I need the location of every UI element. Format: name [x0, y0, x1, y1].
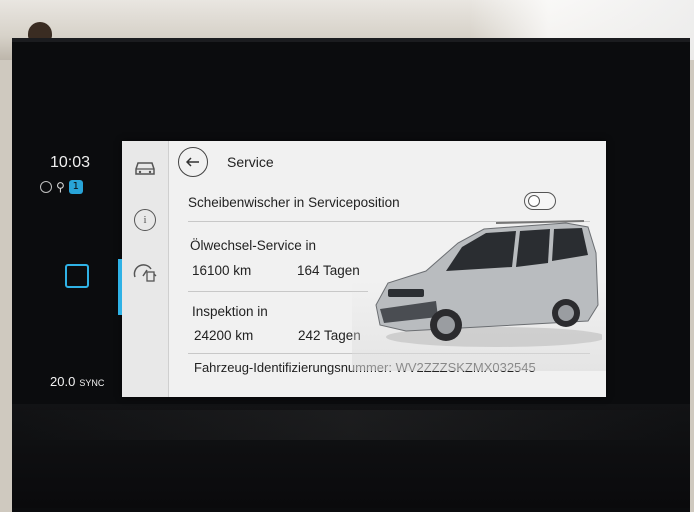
temperature-readout[interactable]: 20.0 SYNC [50, 374, 104, 389]
back-arrow-icon [186, 157, 199, 167]
wiper-service-toggle[interactable] [524, 192, 556, 210]
oil-service-label: Ölwechsel-Service in [190, 238, 317, 253]
back-button[interactable] [178, 147, 208, 177]
page-title: Service [227, 154, 274, 170]
rail-item-service[interactable] [128, 255, 162, 289]
car-icon [135, 162, 155, 175]
globe-icon [40, 181, 52, 193]
info-icon: i [134, 209, 156, 231]
temperature-value: 20.0 [50, 374, 76, 389]
active-rail-indicator [118, 259, 122, 315]
status-icons: ⚲ 1 [40, 180, 83, 194]
clock: 10:03 [50, 154, 91, 171]
oil-service-days: 164 Tagen [297, 263, 360, 278]
rail-item-vehicle[interactable] [128, 151, 162, 185]
sync-label: SYNC [79, 378, 105, 388]
infotainment-screen: i Service Scheibenwischer in Serviceposi… [118, 141, 606, 397]
antenna-icon: ⚲ [56, 180, 65, 194]
inspection-label: Inspektion in [192, 304, 268, 319]
home-square-button[interactable] [65, 264, 89, 288]
side-rail: i [118, 141, 169, 397]
vehicle-image [375, 220, 602, 347]
service-gauge-icon [133, 264, 157, 282]
oil-service-km: 16100 km [192, 263, 252, 278]
divider [188, 291, 368, 292]
notification-badge[interactable]: 1 [68, 180, 83, 194]
rail-item-info[interactable]: i [118, 203, 162, 315]
inspection-km: 24200 km [194, 328, 254, 343]
status-column: 10:03 ⚲ 1 20.0 SYNC [36, 150, 116, 400]
wiper-service-label: Scheibenwischer in Serviceposition [188, 195, 400, 210]
panel-reflection [20, 410, 680, 440]
toggle-knob [528, 195, 540, 207]
